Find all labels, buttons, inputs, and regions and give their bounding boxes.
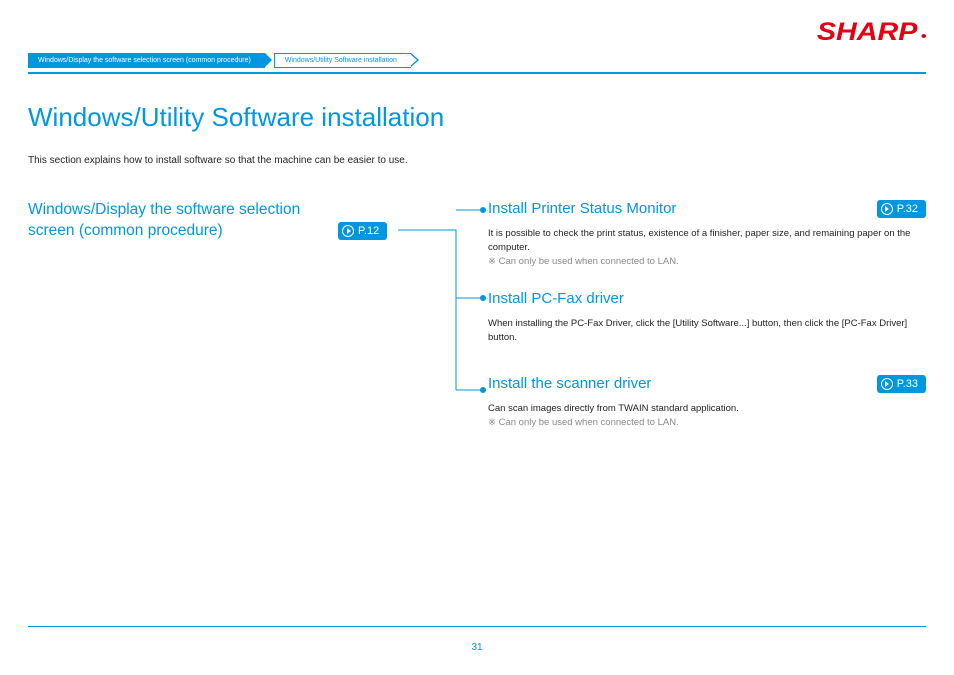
play-icon <box>881 378 893 390</box>
breadcrumb-item-2[interactable]: Windows/Utility Software installation <box>275 53 411 68</box>
section-pcfax: Install PC-Fax driver When installing th… <box>488 290 926 345</box>
breadcrumb-label: Windows/Display the software selection s… <box>38 57 251 64</box>
intro-text: This section explains how to install sof… <box>28 155 926 166</box>
page-number: 31 <box>0 642 954 653</box>
breadcrumb-label: Windows/Utility Software installation <box>285 57 397 64</box>
section-heading: Install PC-Fax driver <box>488 290 926 307</box>
section-desc: It is possible to check the print status… <box>488 227 926 255</box>
page-link-p32[interactable]: P.32 <box>877 200 926 218</box>
page-link-p33[interactable]: P.33 <box>877 375 926 393</box>
page-link-label: P.33 <box>897 378 918 390</box>
page-link-label: P.32 <box>897 203 918 215</box>
page-title: Windows/Utility Software installation <box>28 102 926 133</box>
play-icon <box>881 203 893 215</box>
section-scanner: Install the scanner driver P.33 Can scan… <box>488 375 926 430</box>
section-note: ※ Can only be used when connected to LAN… <box>488 416 926 430</box>
divider-bottom <box>28 626 926 627</box>
left-section-heading: Windows/Display the software selection s… <box>28 200 338 242</box>
breadcrumb-item-1[interactable]: Windows/Display the software selection s… <box>28 53 265 68</box>
page-link-label: P.12 <box>358 225 379 237</box>
connector-lines <box>398 200 488 400</box>
divider-top <box>28 72 926 74</box>
section-desc: When installing the PC-Fax Driver, click… <box>488 317 926 345</box>
section-desc: Can scan images directly from TWAIN stan… <box>488 402 926 416</box>
section-printer-status: Install Printer Status Monitor P.32 It i… <box>488 200 926 268</box>
play-icon <box>342 225 354 237</box>
brand-logo: SHARP <box>817 18 926 47</box>
breadcrumb: Windows/Display the software selection s… <box>28 53 926 68</box>
section-heading: Install Printer Status Monitor <box>488 200 926 217</box>
section-heading: Install the scanner driver <box>488 375 926 392</box>
section-note: ※ Can only be used when connected to LAN… <box>488 255 926 269</box>
page-link-p12[interactable]: P.12 <box>338 222 387 240</box>
